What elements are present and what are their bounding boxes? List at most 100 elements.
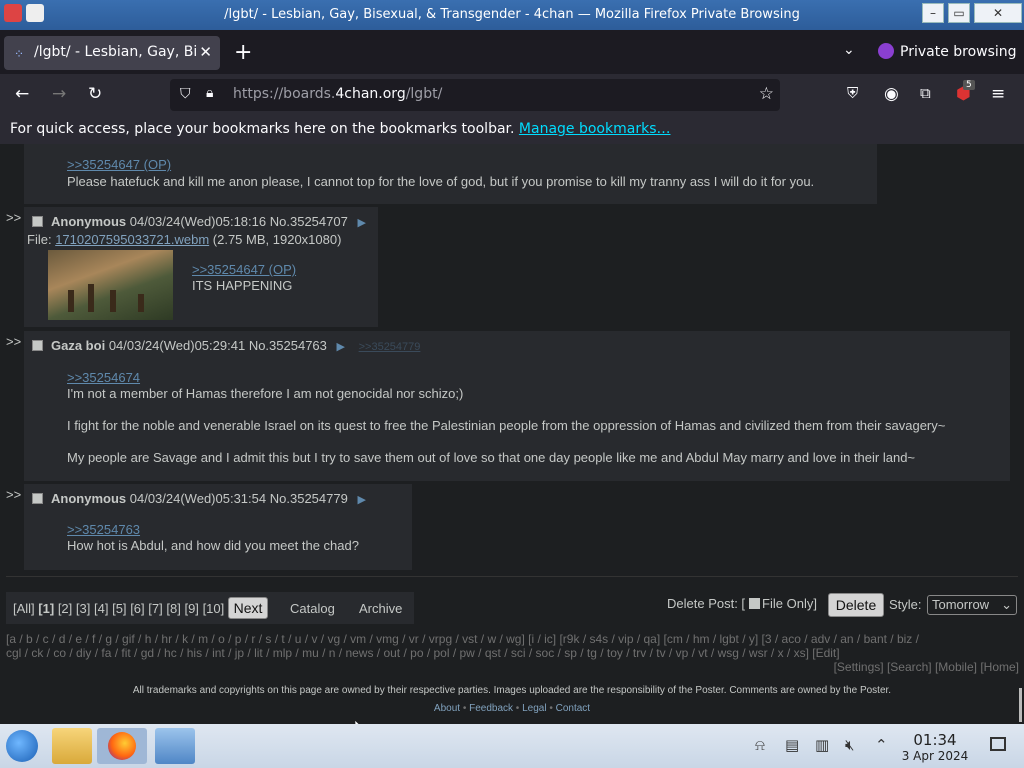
post-number[interactable]: No.35254707: [270, 214, 348, 229]
tab-label: /lgbt/ - Lesbian, Gay, Bisexual, & Trans…: [34, 44, 196, 60]
reply-post: >>35254647 (OP) Please hatefuck and kill…: [24, 144, 877, 204]
lock-icon[interactable]: 🔒︎: [206, 85, 213, 101]
clipboard-icon[interactable]: ▤: [785, 736, 799, 754]
board-nav-links[interactable]: [Settings] [Search] [Mobile] [Home]: [834, 660, 1019, 674]
post-select-checkbox[interactable]: [32, 340, 43, 351]
footer-disclaimer: All trademarks and copyrights on this pa…: [132, 685, 892, 696]
private-browsing-label: Private browsing: [900, 44, 1017, 60]
page-link[interactable]: [4]: [94, 601, 108, 616]
window-title: /lgbt/ - Lesbian, Gay, Bisexual, & Trans…: [224, 7, 800, 22]
page-link[interactable]: [7]: [148, 601, 162, 616]
post-datetime: 04/03/24(Wed)05:29:41: [108, 338, 246, 353]
back-button[interactable]: ←: [15, 84, 29, 104]
reply-post: Gaza boi 04/03/24(Wed)05:29:41 No.352547…: [24, 331, 1010, 481]
clock[interactable]: 01:34 3 Apr 2024: [890, 731, 980, 763]
private-mask-icon: [878, 43, 894, 59]
tab-strip: ⁘ /lgbt/ - Lesbian, Gay, Bisexual, & Tra…: [0, 30, 1024, 74]
post-backlink[interactable]: >>35254779: [359, 341, 421, 353]
extensions-icon[interactable]: ⧉: [920, 84, 931, 102]
account-icon[interactable]: ◉: [884, 84, 899, 104]
post-number[interactable]: No.35254779: [270, 491, 348, 506]
page-scrollbar[interactable]: [1019, 688, 1022, 722]
reload-button[interactable]: ↻: [88, 84, 102, 104]
post-number[interactable]: No.35254763: [249, 338, 327, 353]
file-only-checkbox[interactable]: [749, 598, 761, 609]
list-all-tabs-button[interactable]: ⌄: [843, 42, 855, 58]
legal-link[interactable]: Legal: [522, 703, 546, 714]
post-datetime: 04/03/24(Wed)05:31:54: [129, 491, 267, 506]
close-window-button[interactable]: ✕: [974, 3, 1022, 23]
chevron-down-icon: ⌄: [1001, 597, 1012, 612]
file-thumbnail[interactable]: [48, 250, 173, 320]
post-quotelink[interactable]: >>35254647 (OP): [192, 262, 296, 277]
page-link-current[interactable]: [1]: [38, 601, 54, 616]
notification-bell-icon[interactable]: ⍾: [755, 736, 765, 754]
post-arrow: >>: [6, 487, 22, 502]
post-select-checkbox[interactable]: [32, 216, 43, 227]
firefox-icon: [108, 732, 136, 760]
file-manager-icon[interactable]: [52, 728, 92, 764]
post-message: How hot is Abdul, and how did you meet t…: [67, 538, 359, 553]
board-list-line[interactable]: cgl / ck / co / diy / fa / fit / gd / hc…: [6, 646, 1018, 660]
start-menu-icon[interactable]: [6, 730, 38, 762]
maximize-button[interactable]: ▭: [948, 3, 970, 23]
page-link[interactable]: [2]: [58, 601, 72, 616]
file-link[interactable]: 1710207595033721.webm: [55, 232, 209, 247]
style-select[interactable]: Tomorrow ⌄: [927, 595, 1017, 615]
post-menu-icon[interactable]: ▶: [337, 341, 345, 353]
post-quotelink[interactable]: >>35254674: [67, 370, 140, 385]
post-info: Anonymous 04/03/24(Wed)05:18:16 No.35254…: [32, 214, 366, 229]
new-tab-button[interactable]: +: [234, 40, 252, 65]
post-message: Please hatefuck and kill me anon please,…: [67, 174, 815, 189]
catalog-link[interactable]: Catalog: [290, 601, 335, 616]
next-page-button[interactable]: Next: [228, 597, 268, 619]
control-panel-icon[interactable]: [155, 728, 195, 764]
post-select-checkbox[interactable]: [32, 493, 43, 504]
pocket-icon[interactable]: ⛨: [847, 84, 858, 102]
poster-name: Gaza boi: [51, 338, 106, 353]
post-message-line: I fight for the noble and venerable Isra…: [67, 418, 946, 433]
board-list[interactable]: [a / b / c / d / e / f / g / gif / h / h…: [6, 632, 1018, 660]
url-bar[interactable]: ⛉ 🔒︎ https://boards.4chan.org/lgbt/ ☆: [170, 79, 780, 111]
forward-button[interactable]: →: [52, 84, 66, 104]
feedback-link[interactable]: Feedback: [469, 703, 513, 714]
page-link[interactable]: [10]: [203, 601, 225, 616]
page-link[interactable]: [3]: [76, 601, 90, 616]
url-text[interactable]: https://boards.4chan.org/lgbt/: [233, 86, 442, 102]
post-quotelink[interactable]: >>35254763: [67, 522, 140, 537]
post-message: ITS HAPPENING: [192, 278, 293, 293]
page-link[interactable]: [6]: [130, 601, 144, 616]
poster-name: Anonymous: [51, 214, 127, 229]
board-list-line[interactable]: [a / b / c / d / e / f / g / gif / h / h…: [6, 632, 1018, 646]
post-quotelink[interactable]: >>35254647 (OP): [67, 157, 171, 172]
window-titlebar: /lgbt/ - Lesbian, Gay, Bisexual, & Trans…: [0, 0, 1024, 30]
post-menu-icon[interactable]: ▶: [357, 494, 365, 506]
minimize-button[interactable]: –: [922, 3, 944, 23]
page-all-link[interactable]: [All]: [13, 601, 35, 616]
manage-bookmarks-link[interactable]: Manage bookmarks…: [519, 121, 671, 137]
clock-time: 01:34: [913, 731, 957, 749]
tab-lgbt[interactable]: ⁘ /lgbt/ - Lesbian, Gay, Bisexual, & Tra…: [4, 36, 220, 70]
page-link[interactable]: [9]: [184, 601, 198, 616]
volume-muted-icon[interactable]: 🔇︎: [845, 736, 854, 754]
bookmark-star-icon[interactable]: ☆: [759, 84, 774, 104]
firefox-taskbar-icon[interactable]: [97, 728, 147, 764]
page-link[interactable]: [8]: [166, 601, 180, 616]
close-tab-icon[interactable]: ✕: [199, 43, 212, 61]
contact-link[interactable]: Contact: [556, 703, 590, 714]
post-menu-icon[interactable]: ▶: [357, 217, 365, 229]
bookmarks-toolbar: For quick access, place your bookmarks h…: [0, 116, 1024, 144]
page-link[interactable]: [5]: [112, 601, 126, 616]
clock-date: 3 Apr 2024: [901, 749, 969, 763]
show-desktop-icon[interactable]: [990, 737, 1006, 751]
battery-icon[interactable]: ▥: [815, 736, 829, 754]
post-message-line: I'm not a member of Hamas therefore I am…: [67, 386, 464, 401]
archive-link[interactable]: Archive: [359, 601, 402, 616]
reply-post: Anonymous 04/03/24(Wed)05:18:16 No.35254…: [24, 207, 378, 327]
delete-button[interactable]: Delete: [828, 593, 884, 617]
hamburger-menu-icon[interactable]: ≡: [991, 84, 1005, 104]
post-datetime: 04/03/24(Wed)05:18:16: [129, 214, 267, 229]
tracking-protection-shield-icon[interactable]: ⛉: [180, 86, 191, 102]
about-link[interactable]: About: [434, 703, 460, 714]
tray-chevron-up-icon[interactable]: ⌃: [875, 736, 888, 754]
